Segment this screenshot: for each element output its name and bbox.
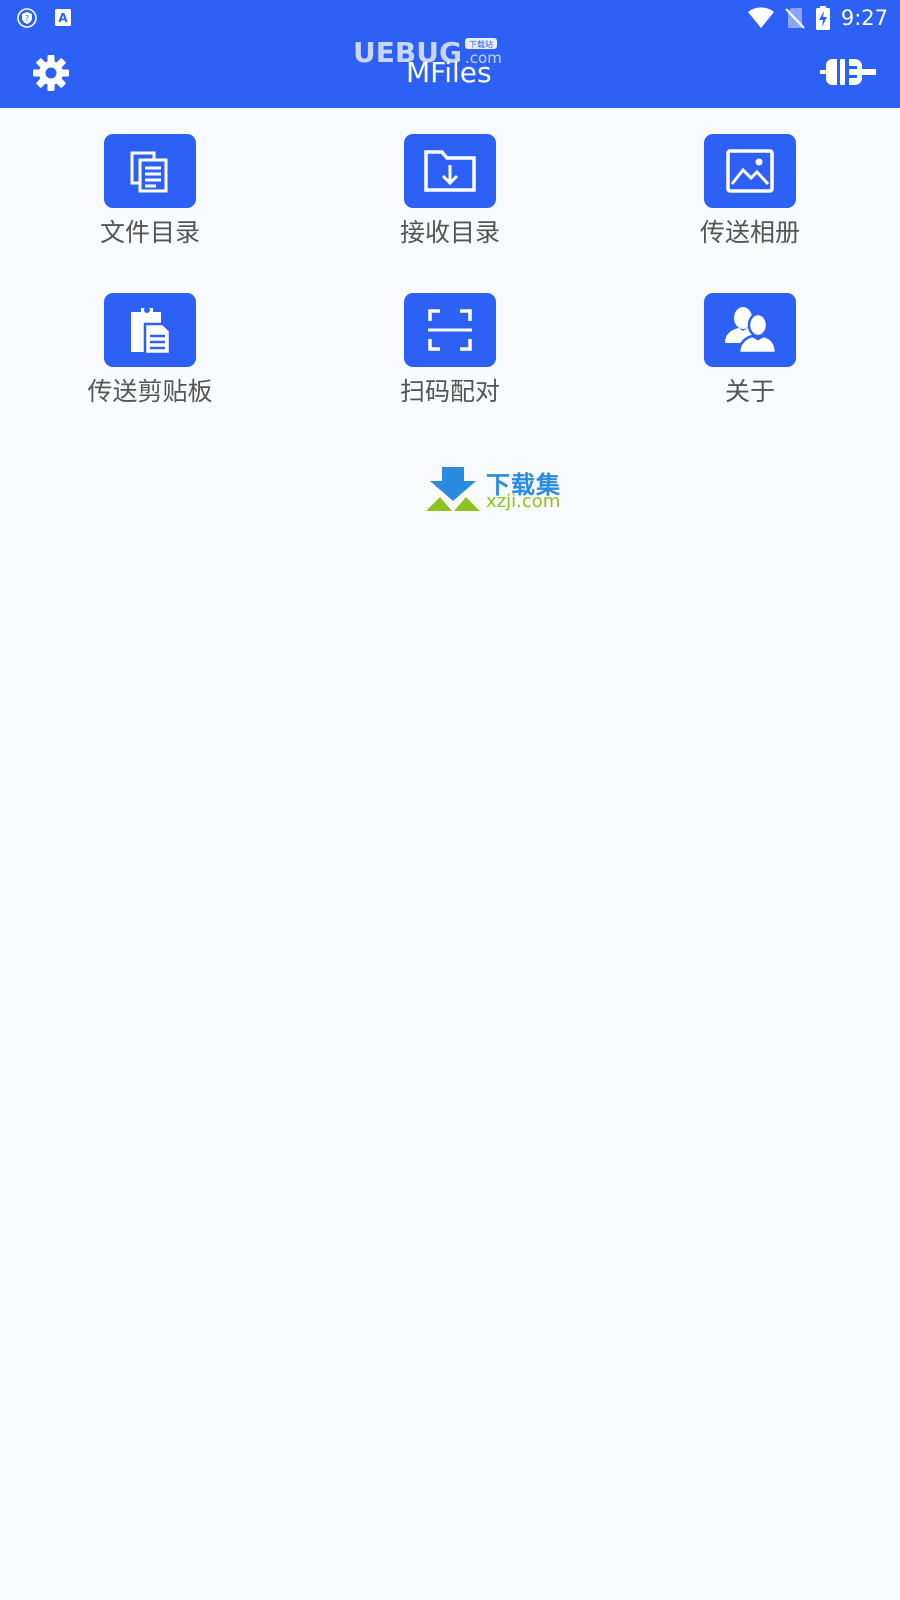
folder-download-icon [424, 150, 476, 192]
tile-label: 传送剪贴板 [87, 377, 213, 406]
svg-text:?: ? [25, 14, 29, 23]
shield-icon: ? [17, 8, 37, 28]
tile-file-directory[interactable]: 文件目录 [0, 108, 300, 258]
scan-icon [428, 309, 472, 351]
tile-scan-pair[interactable]: 扫码配对 [300, 267, 600, 417]
tile-send-album[interactable]: 传送相册 [600, 108, 900, 258]
font-app-icon: A [55, 9, 71, 26]
tile-label: 传送相册 [699, 218, 800, 247]
tile-icon-box [104, 293, 196, 367]
tile-receive-directory[interactable]: 接收目录 [300, 108, 600, 258]
battery-charging-icon [815, 6, 830, 30]
tile-icon-box [404, 134, 496, 208]
no-sim-icon [785, 8, 805, 29]
clipboard-icon [131, 307, 172, 356]
watermark-domain: xzji.com [486, 491, 561, 512]
tile-icon-box [704, 293, 796, 367]
users-icon [725, 307, 777, 355]
svg-text:下载站: 下载站 [469, 39, 493, 49]
clock: 9:27 [840, 6, 888, 30]
tile-label: 扫码配对 [399, 377, 500, 406]
wifi-icon [747, 7, 774, 28]
image-icon [726, 149, 774, 193]
tile-send-clipboard[interactable]: 传送剪贴板 [0, 267, 300, 417]
tile-icon-box [404, 293, 496, 367]
tile-label: 关于 [724, 377, 775, 406]
tile-icon-box [704, 134, 796, 208]
xzji-logo-icon [426, 467, 480, 511]
tile-icon-box [104, 134, 196, 208]
app-title: MFiles [406, 56, 492, 89]
svg-text:A: A [58, 11, 68, 25]
status-bar: ? A 9:27 [0, 0, 900, 36]
status-right: 9:27 [747, 4, 888, 32]
tile-label: 接收目录 [399, 218, 500, 247]
app-bar: ? A 9:27 UEBUG 下载站 .com MFiles [0, 0, 900, 108]
connect-plug-icon[interactable] [818, 55, 878, 89]
documents-icon [130, 151, 168, 193]
tile-label: 文件目录 [99, 218, 200, 247]
xzji-watermark: 下载集 xzji.com [426, 465, 566, 513]
settings-gear-icon[interactable] [31, 53, 71, 93]
tile-about[interactable]: 关于 [600, 267, 900, 417]
